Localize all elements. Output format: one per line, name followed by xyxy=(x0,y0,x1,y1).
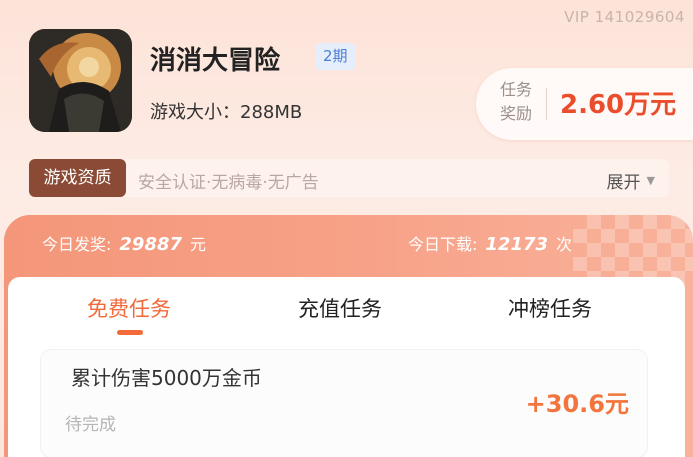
task-item[interactable]: 累计伤害5000万金币 待完成 +30.6元 xyxy=(41,350,647,457)
expand-button[interactable]: 展开 ▼ xyxy=(607,168,655,193)
checker-pattern xyxy=(573,215,693,285)
game-size: 游戏大小：288MB xyxy=(150,102,303,123)
tab-recharge-tasks[interactable]: 充值任务 xyxy=(298,293,382,323)
reward-divider xyxy=(546,88,547,120)
stat-label: 今日下载: xyxy=(408,235,478,254)
task-reward-box: 任务 奖励 2.60万元 xyxy=(476,68,693,140)
vip-id: VIP 141029604 xyxy=(564,8,685,26)
game-icon[interactable] xyxy=(29,29,132,132)
task-title: 累计伤害5000万金币 xyxy=(71,366,262,390)
expand-label: 展开 xyxy=(606,173,641,193)
stat-unit: 元 xyxy=(190,235,207,254)
stat-unit: 次 xyxy=(556,235,573,254)
reward-label-line2: 奖励 xyxy=(499,104,532,123)
reward-label-line1: 任务 xyxy=(499,80,532,99)
reward-label: 任务 奖励 xyxy=(496,78,536,126)
task-reward: +30.6元 xyxy=(525,390,629,418)
tab-free-tasks[interactable]: 免费任务 xyxy=(87,293,171,323)
qualification-tag: 游戏资质 xyxy=(29,159,126,197)
stat-label: 今日发奖: xyxy=(42,235,112,254)
qualification-text: 安全认证·无病毒·无广告 xyxy=(138,173,319,193)
triangle-down-icon: ▼ xyxy=(646,174,655,187)
game-art-icon xyxy=(29,29,132,132)
stat-value: 29887 xyxy=(119,234,183,255)
period-badge: 2期 xyxy=(316,43,355,70)
stat-value: 12173 xyxy=(485,234,549,255)
game-title: 消消大冒险 xyxy=(150,46,281,76)
stat-today-downloads: 今日下载: 12173 次 xyxy=(408,231,572,255)
active-tab-indicator xyxy=(117,330,143,335)
reward-amount: 2.60万元 xyxy=(560,90,677,120)
task-status: 待完成 xyxy=(65,415,116,435)
stat-today-rewards: 今日发奖: 29887 元 xyxy=(42,231,206,255)
tab-ranking-tasks[interactable]: 冲榜任务 xyxy=(508,293,592,323)
qualification-bar: 游戏资质 安全认证·无病毒·无广告 展开 ▼ xyxy=(29,159,669,197)
